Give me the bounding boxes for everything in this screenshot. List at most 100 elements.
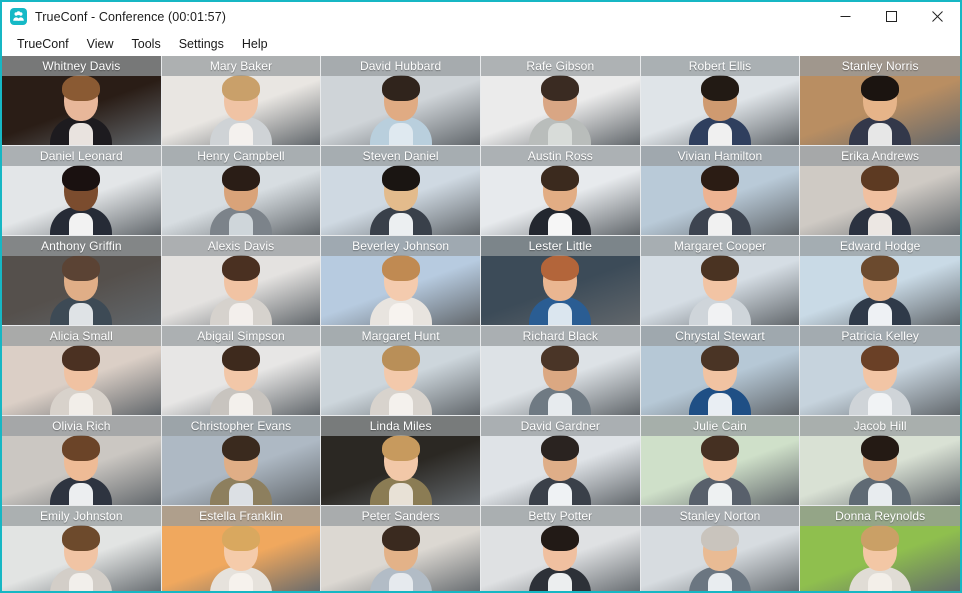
participant-avatar [849, 343, 912, 415]
participant-avatar [209, 523, 272, 591]
minimize-icon [840, 16, 850, 17]
video-stream [2, 146, 161, 235]
video-tile[interactable]: David Gardner [481, 416, 641, 506]
video-stream [161, 236, 321, 325]
video-tile[interactable]: Robert Ellis [640, 56, 801, 146]
video-stream [640, 56, 800, 145]
menu-item-help[interactable]: Help [233, 34, 277, 54]
video-stream [800, 506, 960, 591]
video-stream [640, 506, 800, 591]
video-tile[interactable]: Betty Potter [481, 506, 641, 591]
participant-avatar [529, 343, 592, 415]
video-tile[interactable]: Margaret Cooper [640, 236, 801, 326]
menu-item-trueconf[interactable]: TrueConf [8, 34, 78, 54]
video-tile[interactable]: Emily Johnston [2, 506, 162, 591]
video-tile[interactable]: Whitney Davis [2, 56, 162, 146]
menu-bar: TrueConf View Tools Settings Help [2, 31, 960, 56]
video-tile[interactable]: Peter Sanders [321, 506, 481, 591]
window-title: TrueConf - Conference (00:01:57) [35, 9, 227, 24]
video-grid: Whitney Davis Mary Baker David Hubbard Rafe… [2, 56, 960, 591]
participant-avatar [849, 433, 912, 505]
participant-avatar [209, 73, 272, 145]
video-stream [800, 236, 960, 325]
video-tile[interactable]: Patricia Kelley [800, 326, 960, 416]
participant-avatar [209, 253, 272, 325]
video-stream [2, 506, 161, 591]
participant-avatar [209, 343, 272, 415]
participant-avatar [50, 343, 113, 415]
video-tile[interactable]: Austin Ross [481, 146, 641, 236]
video-tile[interactable]: Alexis Davis [161, 236, 322, 326]
video-stream [161, 326, 321, 415]
participant-avatar [529, 433, 592, 505]
video-stream [321, 326, 480, 415]
participant-avatar [50, 523, 113, 591]
menu-item-view[interactable]: View [78, 34, 123, 54]
menu-item-settings[interactable]: Settings [170, 34, 233, 54]
video-stream [321, 236, 480, 325]
video-stream [321, 146, 480, 235]
maximize-button[interactable] [868, 2, 914, 31]
video-tile[interactable]: Lester Little [481, 236, 641, 326]
participant-avatar [369, 523, 432, 591]
video-tile[interactable]: Alicia Small [2, 326, 162, 416]
video-tile[interactable]: Donna Reynolds [800, 506, 960, 591]
video-tile[interactable]: Mary Baker [161, 56, 322, 146]
participant-avatar [529, 253, 592, 325]
video-tile[interactable]: Olivia Rich [2, 416, 162, 506]
video-tile[interactable]: Henry Campbell [161, 146, 322, 236]
video-stream [161, 416, 321, 505]
participant-avatar [849, 163, 912, 235]
video-tile[interactable]: Edward Hodge [800, 236, 960, 326]
video-tile[interactable]: Abigail Simpson [161, 326, 322, 416]
video-tile[interactable]: Richard Black [481, 326, 641, 416]
participant-avatar [50, 433, 113, 505]
video-tile[interactable]: Estella Franklin [161, 506, 322, 591]
video-stream [321, 416, 480, 505]
video-tile[interactable]: Daniel Leonard [2, 146, 162, 236]
close-button[interactable] [914, 2, 960, 31]
video-stream [161, 56, 321, 145]
video-tile[interactable]: Stanley Norton [640, 506, 801, 591]
video-tile[interactable]: Stanley Norris [800, 56, 960, 146]
participant-avatar [849, 73, 912, 145]
video-stream [481, 326, 640, 415]
video-tile[interactable]: Jacob Hill [800, 416, 960, 506]
participant-avatar [849, 253, 912, 325]
video-stream [2, 416, 161, 505]
video-stream [800, 56, 960, 145]
video-tile[interactable]: Erika Andrews [800, 146, 960, 236]
trueconf-group-icon [10, 8, 27, 25]
participant-avatar [688, 433, 751, 505]
participant-avatar [50, 253, 113, 325]
menu-item-tools[interactable]: Tools [123, 34, 170, 54]
trueconf-conference-window: TrueConf - Conference (00:01:57) TrueCon… [0, 0, 962, 593]
video-stream [800, 146, 960, 235]
title-bar: TrueConf - Conference (00:01:57) [2, 2, 960, 31]
participant-avatar [529, 523, 592, 591]
video-tile[interactable]: Margaret Hunt [321, 326, 481, 416]
video-tile[interactable]: Linda Miles [321, 416, 481, 506]
video-tile[interactable]: Chrystal Stewart [640, 326, 801, 416]
minimize-button[interactable] [822, 2, 868, 31]
participant-avatar [209, 433, 272, 505]
video-stream [481, 506, 640, 591]
participant-avatar [209, 163, 272, 235]
video-tile[interactable]: Anthony Griffin [2, 236, 162, 326]
video-tile[interactable]: Rafe Gibson [481, 56, 641, 146]
video-tile[interactable]: David Hubbard [321, 56, 481, 146]
participant-avatar [688, 523, 751, 591]
participant-avatar [369, 253, 432, 325]
video-stream [481, 146, 640, 235]
video-tile[interactable]: Beverley Johnson [321, 236, 481, 326]
video-stream [161, 146, 321, 235]
participant-avatar [50, 163, 113, 235]
video-tile[interactable]: Christopher Evans [161, 416, 322, 506]
video-tile[interactable]: Julie Cain [640, 416, 801, 506]
video-tile[interactable]: Steven Daniel [321, 146, 481, 236]
video-stream [640, 326, 800, 415]
video-stream [640, 146, 800, 235]
video-tile[interactable]: Vivian Hamilton [640, 146, 801, 236]
participant-avatar [369, 433, 432, 505]
participant-avatar [688, 163, 751, 235]
